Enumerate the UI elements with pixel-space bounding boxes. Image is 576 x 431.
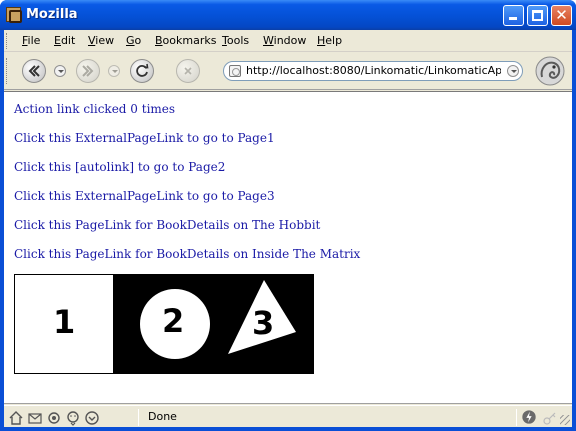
page-link-hobbit-line: Click this PageLink for BookDetails on T… [14, 218, 321, 232]
status-separator [516, 409, 517, 426]
page-proxy-icon[interactable] [229, 65, 241, 77]
external-page-link-page1[interactable]: ExternalPageLink [75, 131, 183, 145]
action-link[interactable]: Action link [14, 102, 80, 116]
back-history-dropdown[interactable] [54, 65, 66, 77]
image-link-3[interactable]: 3 [214, 274, 314, 374]
reload-icon [136, 63, 149, 77]
forward-history-dropdown[interactable] [108, 65, 120, 77]
toolbar-grip[interactable] [6, 33, 9, 49]
image-2-label: 2 [162, 302, 185, 340]
autolink-line: Click this [autolink] to go to Page2 [14, 160, 226, 174]
page-link-matrix[interactable]: PageLink [75, 247, 131, 261]
mozilla-throbber-icon[interactable] [534, 55, 566, 87]
menu-bar: File Edit View Go Bookmarks Tools Window… [4, 30, 572, 52]
url-history-dropdown[interactable] [507, 65, 519, 77]
online-status-icon[interactable] [521, 409, 537, 425]
back-button[interactable] [22, 59, 46, 83]
close-icon: ✕ [555, 6, 568, 24]
mozilla-app-icon[interactable] [6, 7, 22, 23]
page-content: Action link clicked 0 times Click this E… [4, 91, 572, 404]
mail-icon[interactable] [27, 410, 43, 426]
security-key-icon[interactable] [542, 410, 558, 426]
close-button[interactable]: ✕ [551, 5, 572, 26]
minimize-button[interactable] [503, 5, 524, 26]
menu-view[interactable]: View [88, 34, 114, 47]
address-book-icon[interactable] [84, 410, 100, 426]
title-bar[interactable]: Mozilla ✕ [0, 0, 576, 30]
home-icon[interactable] [8, 410, 24, 426]
navigation-toolbar: http://localhost:8080/Linkomatic/Linkoma… [4, 52, 572, 90]
url-input[interactable]: http://localhost:8080/Linkomatic/Linkoma… [246, 64, 501, 77]
page-link-matrix-line: Click this PageLink for BookDetails on I… [14, 247, 361, 261]
autolink-page2[interactable]: [autolink] [75, 160, 134, 174]
external-link-line-2: Click this ExternalPageLink to go to Pag… [14, 189, 275, 203]
menu-go[interactable]: Go [126, 34, 141, 47]
external-page-link-page3[interactable]: ExternalPageLink [75, 189, 183, 203]
minimize-icon [509, 17, 517, 20]
menu-window[interactable]: Window [263, 34, 306, 47]
status-separator [138, 409, 139, 426]
forward-arrow-icon [82, 65, 94, 77]
action-link-line: Action link clicked 0 times [14, 102, 176, 116]
stop-icon [184, 67, 192, 75]
composer-gear-icon[interactable] [46, 410, 62, 426]
reload-button[interactable] [130, 59, 154, 83]
forward-button[interactable] [76, 59, 100, 83]
back-arrow-icon [28, 65, 40, 77]
status-text: Done [148, 410, 177, 423]
image-link-1[interactable]: 1 [14, 274, 114, 374]
browser-window: Mozilla ✕ File Edit View Go Bookmarks To… [0, 0, 576, 431]
menu-help[interactable]: Help [317, 34, 342, 47]
menu-tools[interactable]: Tools [222, 34, 249, 47]
image-link-2[interactable]: 2 [114, 274, 214, 374]
status-bar: Done [4, 405, 572, 427]
menu-file[interactable]: File [22, 34, 40, 47]
maximize-icon [532, 10, 543, 21]
window-title: Mozilla [26, 7, 78, 22]
image-3-label: 3 [252, 304, 275, 342]
menu-bookmarks[interactable]: Bookmarks [155, 34, 216, 47]
image-1-label: 1 [53, 303, 76, 341]
page-link-hobbit[interactable]: PageLink [75, 218, 131, 232]
browser-chrome: File Edit View Go Bookmarks Tools Window… [4, 30, 572, 427]
image-links-row: 1 2 3 [14, 274, 314, 374]
external-link-line-1: Click this ExternalPageLink to go to Pag… [14, 131, 275, 145]
maximize-button[interactable] [527, 5, 548, 26]
resize-grip[interactable] [560, 415, 570, 425]
stop-button[interactable] [176, 59, 200, 83]
url-bar[interactable]: http://localhost:8080/Linkomatic/Linkoma… [223, 61, 523, 81]
nav-toolbar-grip[interactable] [6, 58, 9, 84]
menu-edit[interactable]: Edit [54, 34, 75, 47]
chat-icon[interactable] [65, 410, 81, 426]
